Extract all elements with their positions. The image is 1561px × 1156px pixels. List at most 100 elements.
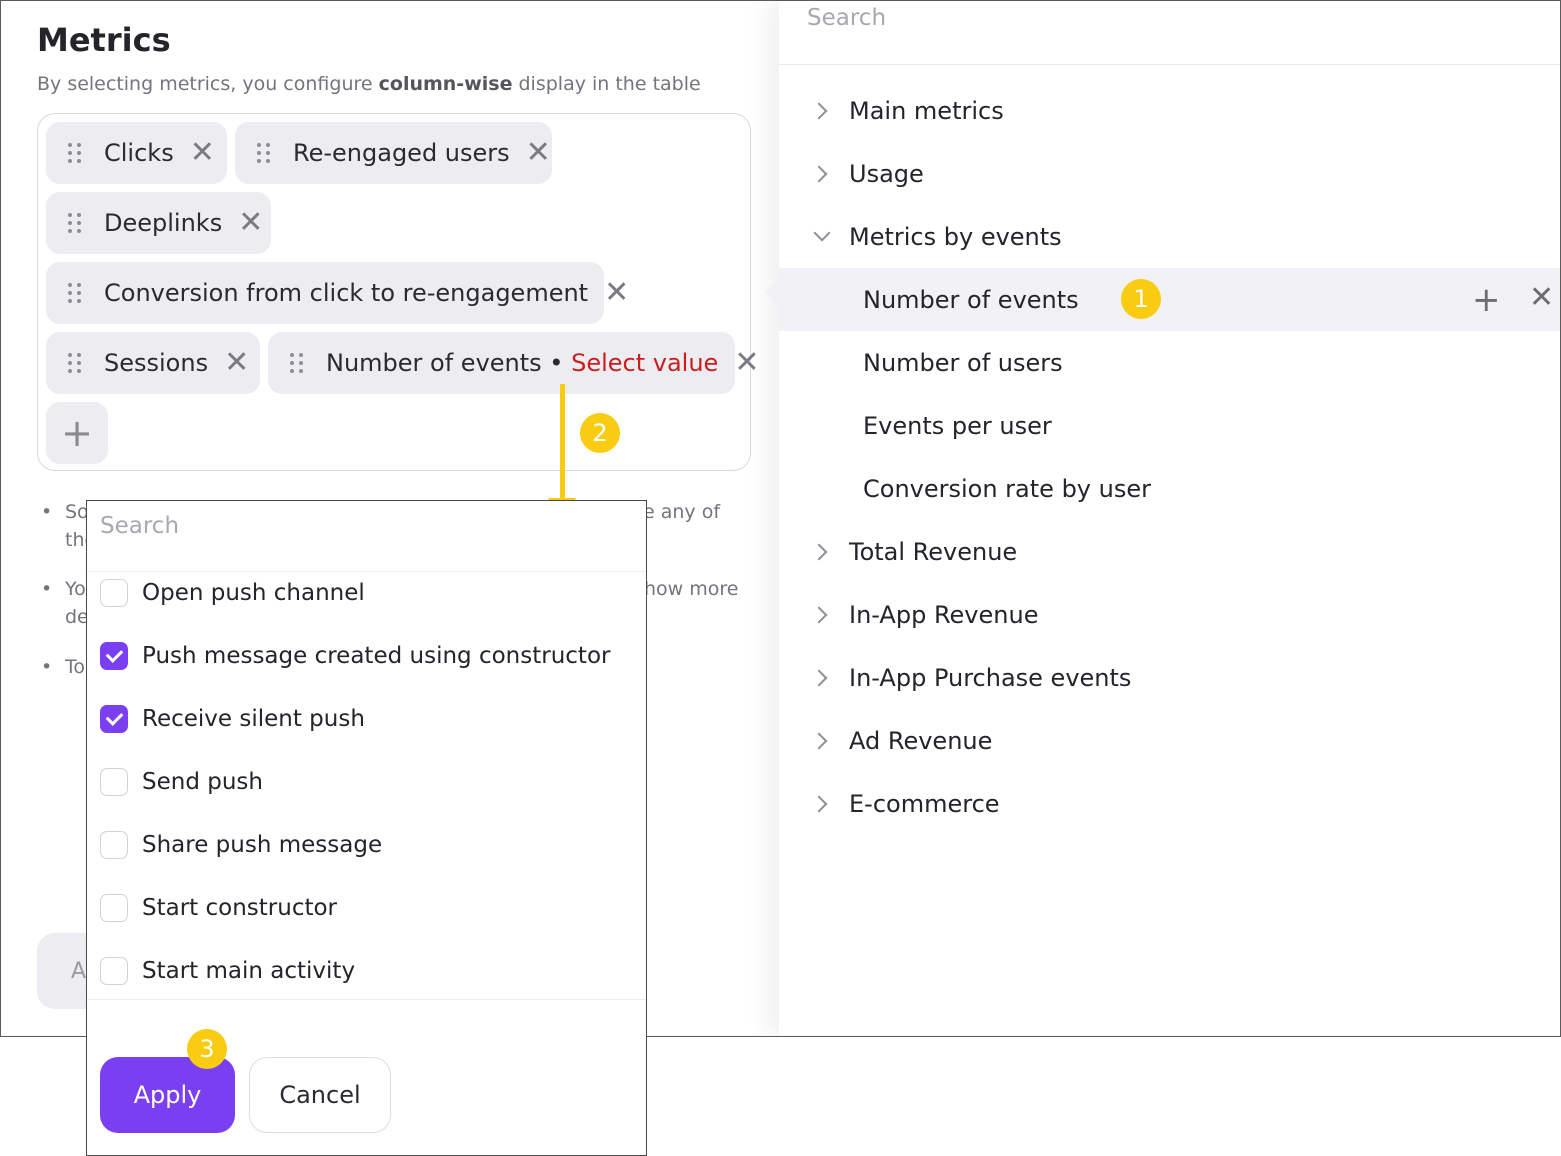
annotation-arrow <box>560 384 565 502</box>
checkbox[interactable] <box>100 768 128 796</box>
tree-group-in-app-revenue[interactable]: In-App Revenue <box>779 583 1560 646</box>
drag-handle-icon[interactable] <box>68 143 82 163</box>
page-subtitle: By selecting metrics, you configure colu… <box>37 73 701 95</box>
metric-chip-label: Clicks <box>104 139 174 167</box>
note-item: • So <box>41 501 89 523</box>
tree-item-conversion-rate[interactable]: Conversion rate by user <box>779 457 1560 520</box>
event-option-start-constructor[interactable]: Start constructor <box>100 888 337 928</box>
note-item: • To <box>41 656 86 678</box>
event-option-send-push[interactable]: Send push <box>100 762 263 802</box>
remove-icon[interactable]: ✕ <box>190 138 215 168</box>
metric-chip-label: Conversion from click to re-engagement <box>104 279 589 307</box>
event-option-label: Share push message <box>142 832 383 858</box>
tree-item-number-of-users[interactable]: Number of users <box>779 331 1560 394</box>
remove-icon[interactable]: ✕ <box>224 348 249 378</box>
divider <box>87 999 646 1000</box>
metric-tree-panel: Search Main metrics Usage Metrics by eve… <box>765 1 1560 1036</box>
drag-handle-icon[interactable] <box>68 353 82 373</box>
event-option-label: Start constructor <box>142 895 338 921</box>
tree-group-metrics-by-events[interactable]: Metrics by events <box>779 205 1560 268</box>
event-option-start-main-activity[interactable]: Start main activity <box>100 951 355 991</box>
annotation-badge-3: 3 <box>187 1029 227 1069</box>
checkbox[interactable] <box>100 831 128 859</box>
tree-group-label: Total Revenue <box>849 537 1018 566</box>
tree-item-events-per-user[interactable]: Events per user <box>779 394 1560 457</box>
chevron-right-icon <box>809 602 835 628</box>
metric-search-input[interactable]: Search <box>807 5 886 31</box>
tree-item-label: Events per user <box>863 411 1052 440</box>
checkbox[interactable] <box>100 894 128 922</box>
tree-item-label: Number of users <box>863 348 1063 377</box>
selected-metrics-box: Clicks ✕ Re-engaged users ✕ Deeplinks ✕ … <box>37 113 759 471</box>
metric-chip-label: Re-engaged users <box>293 139 510 167</box>
metric-chip-conversion[interactable]: Conversion from click to re-engagement ✕ <box>46 262 629 324</box>
apply-button[interactable]: Apply <box>100 1057 235 1133</box>
metric-chip-label: Number of events <box>326 349 542 377</box>
tree-group-e-commerce[interactable]: E-commerce <box>779 772 1560 835</box>
tree-item-label: Conversion rate by user <box>863 474 1151 503</box>
checkbox[interactable] <box>100 579 128 607</box>
event-option-share-push-message[interactable]: Share push message <box>100 825 382 865</box>
tree-group-label: Metrics by events <box>849 222 1062 251</box>
chevron-right-icon <box>809 98 835 124</box>
event-options-list[interactable]: Open push channel Push message created u… <box>87 572 646 999</box>
event-option-label: Push message created using constructor <box>142 643 611 669</box>
remove-icon[interactable]: ✕ <box>238 208 263 238</box>
remove-icon[interactable]: ✕ <box>604 278 629 308</box>
drag-handle-icon[interactable] <box>68 283 82 303</box>
add-metric-button[interactable]: + <box>46 402 108 464</box>
tree-group-in-app-purchase-events[interactable]: In-App Purchase events <box>779 646 1560 709</box>
tree-group-main-metrics[interactable]: Main metrics <box>779 79 1560 142</box>
add-icon[interactable]: + <box>1472 280 1501 320</box>
metric-chip-clicks[interactable]: Clicks ✕ <box>46 122 227 184</box>
tree-group-label: Ad Revenue <box>849 726 993 755</box>
metric-chip-number-of-events[interactable]: Number of events • Select value ✕ <box>268 332 759 394</box>
metric-chip-label: Deeplinks <box>104 209 223 237</box>
chevron-right-icon <box>809 539 835 565</box>
checkbox[interactable] <box>100 957 128 985</box>
tree-group-label: Usage <box>849 159 924 188</box>
remove-icon[interactable]: ✕ <box>526 138 551 168</box>
note-item-tail: how more <box>644 578 739 600</box>
tree-group-label: In-App Revenue <box>849 600 1039 629</box>
cancel-button[interactable]: Cancel <box>249 1057 391 1133</box>
tree-group-ad-revenue[interactable]: Ad Revenue <box>779 709 1560 772</box>
event-option-label: Open push channel <box>142 580 365 606</box>
event-option-open-push-channel[interactable]: Open push channel <box>100 573 365 613</box>
note-item: • Yo <box>41 578 86 600</box>
chevron-right-icon <box>809 728 835 754</box>
tree-group-label: Main metrics <box>849 96 1004 125</box>
tree-item-number-of-events[interactable]: Number of events + ✕ <box>779 268 1560 331</box>
note-item-tail: e any of <box>643 501 721 523</box>
metric-chip-deeplinks[interactable]: Deeplinks ✕ <box>46 192 271 254</box>
event-option-label: Start main activity <box>142 958 356 984</box>
annotation-badge-1: 1 <box>1121 279 1161 319</box>
event-select-dropdown: Search Open push channel Push message cr… <box>86 500 647 1156</box>
drag-handle-icon[interactable] <box>290 353 304 373</box>
chip-separator: • <box>541 349 572 377</box>
tree-group-label: E-commerce <box>849 789 1000 818</box>
event-option-receive-silent-push[interactable]: Receive silent push <box>100 699 365 739</box>
metric-chip-sessions[interactable]: Sessions ✕ <box>46 332 260 394</box>
close-icon[interactable]: ✕ <box>1529 280 1554 315</box>
tree-item-label: Number of events <box>863 285 1079 314</box>
annotation-badge-2: 2 <box>580 413 620 453</box>
chevron-right-icon <box>809 161 835 187</box>
chevron-down-icon <box>809 224 835 250</box>
checkbox-checked[interactable] <box>100 705 128 733</box>
chevron-right-icon <box>809 791 835 817</box>
divider <box>779 64 1560 65</box>
metric-chip-re-engaged-users[interactable]: Re-engaged users ✕ <box>235 122 552 184</box>
select-value-link[interactable]: Select value <box>571 349 718 377</box>
page-title: Metrics <box>37 21 171 59</box>
checkbox-checked[interactable] <box>100 642 128 670</box>
event-search-input[interactable]: Search <box>100 513 179 539</box>
event-option-label: Send push <box>142 769 263 795</box>
drag-handle-icon[interactable] <box>257 143 271 163</box>
remove-icon[interactable]: ✕ <box>734 348 759 378</box>
event-option-label: Receive silent push <box>142 706 365 732</box>
event-option-push-constructor[interactable]: Push message created using constructor <box>100 636 610 676</box>
tree-group-usage[interactable]: Usage <box>779 142 1560 205</box>
drag-handle-icon[interactable] <box>68 213 82 233</box>
tree-group-total-revenue[interactable]: Total Revenue <box>779 520 1560 583</box>
